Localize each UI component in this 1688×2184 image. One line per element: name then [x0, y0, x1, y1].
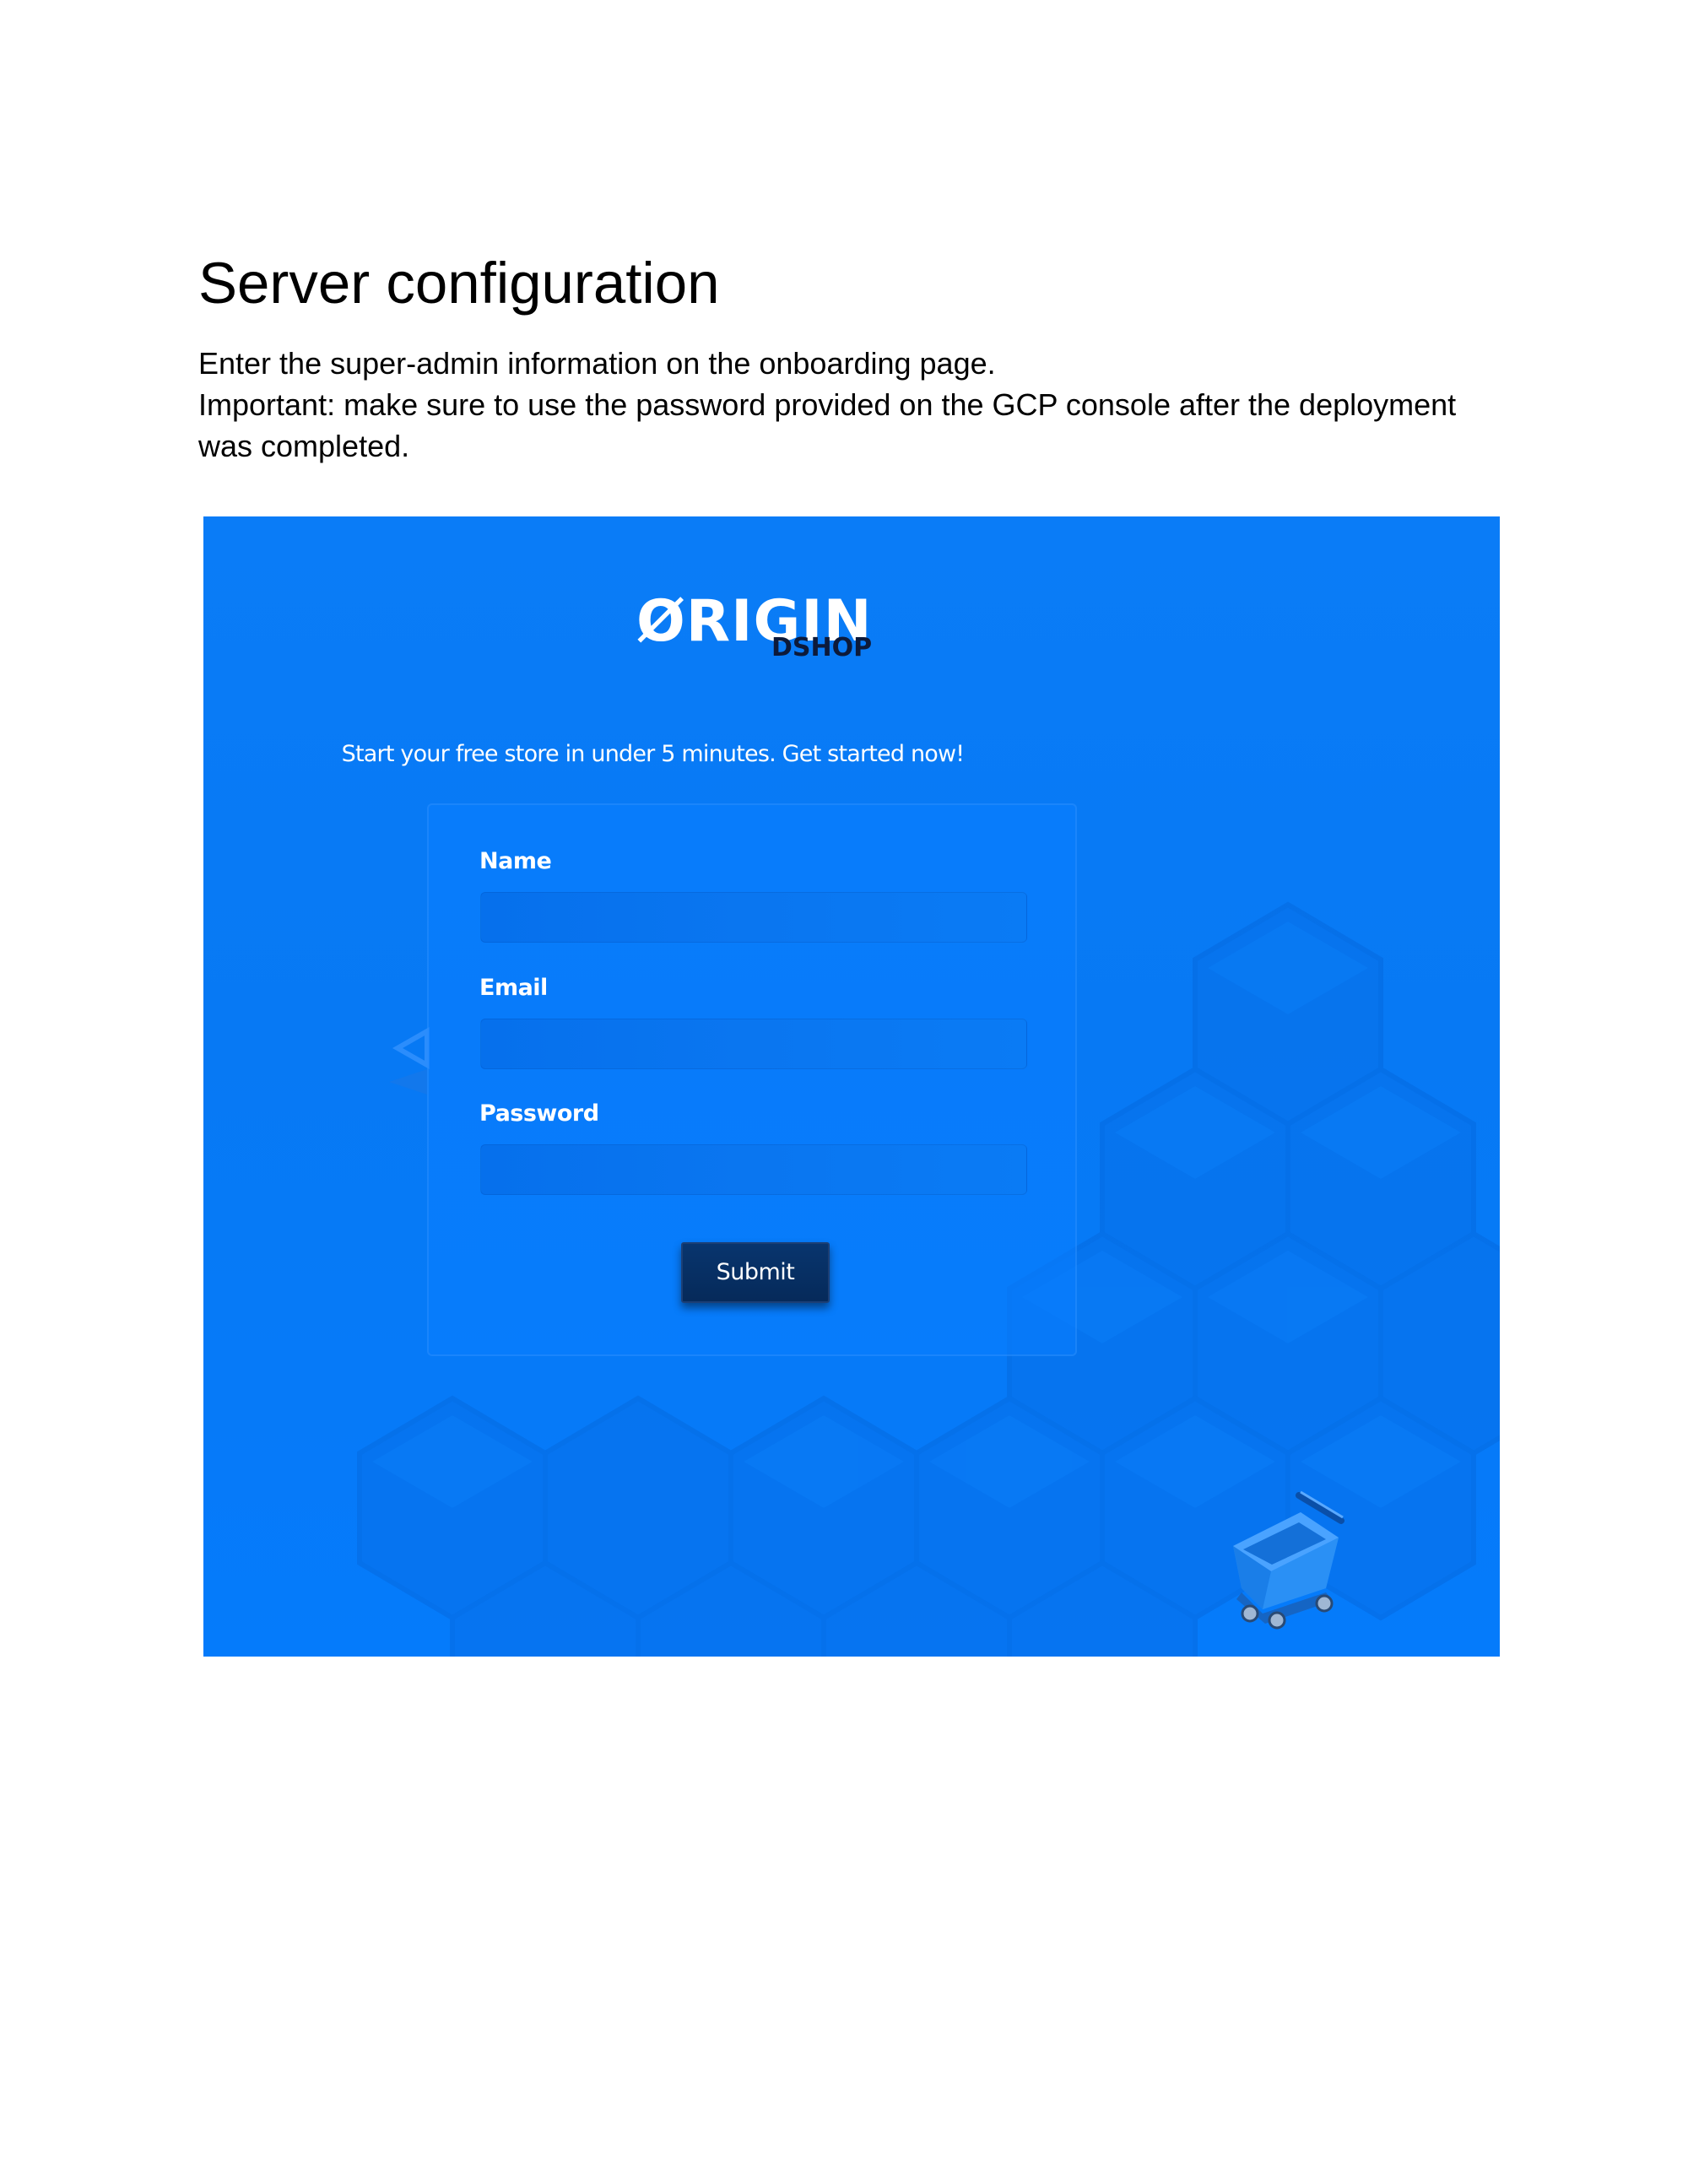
submit-button[interactable]: Submit — [681, 1242, 830, 1303]
email-input[interactable] — [480, 1019, 1027, 1069]
important-note: Important: make sure to use the password… — [198, 387, 1457, 463]
name-label: Name — [479, 848, 552, 874]
diamond-icon — [389, 1026, 430, 1095]
password-input[interactable] — [480, 1144, 1027, 1195]
tagline: Start your free store in under 5 minutes… — [341, 741, 965, 767]
instruction-line: Enter the super-admin information on the… — [198, 346, 996, 381]
origin-dshop-logo: ØRIGIN DSHOP — [636, 588, 890, 664]
email-label: Email — [479, 975, 548, 1001]
instructions-paragraph: Enter the super-admin information on the… — [198, 343, 1515, 467]
name-input[interactable] — [480, 892, 1027, 943]
password-label: Password — [479, 1100, 599, 1127]
signup-form: Name Email Password Submit — [427, 803, 1077, 1356]
onboarding-screenshot: ØRIGIN DSHOP Start your free store in un… — [203, 516, 1500, 1657]
logo-subtitle: DSHOP — [771, 633, 873, 662]
shopping-cart-icon — [1233, 1490, 1344, 1630]
page-title: Server configuration — [198, 251, 720, 316]
